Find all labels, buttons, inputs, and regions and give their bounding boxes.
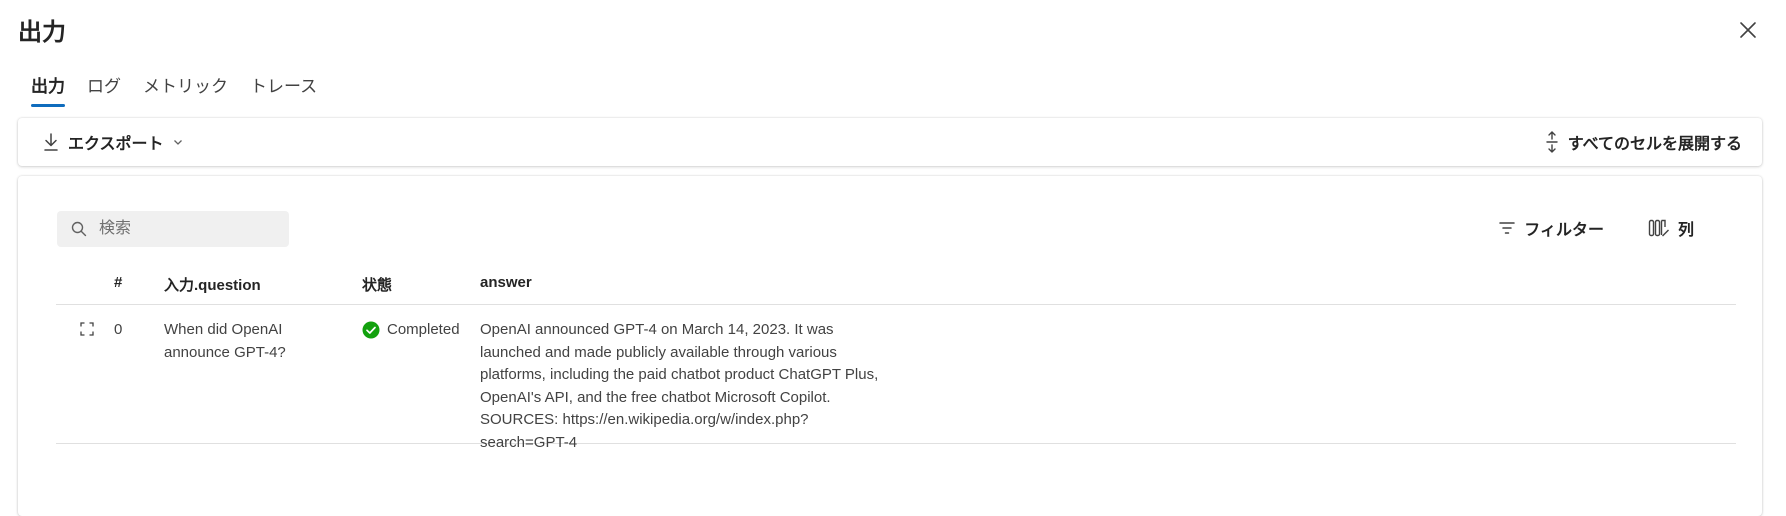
expand-all-label: すべてのセルを展開する [1567,136,1742,153]
columns-edit-icon [1648,219,1669,237]
filter-icon [1499,222,1516,234]
tab-bar: 出力 ログ メトリック トレース [20,68,328,107]
toolbar: エクスポート すべてのセルを展開する [18,118,1762,166]
search-icon [71,221,87,237]
search-box[interactable] [57,211,289,247]
columns-button[interactable]: 列 [1648,216,1694,240]
chevron-down-icon [173,140,182,145]
tab-output[interactable]: 出力 [20,68,76,107]
expand-row-button[interactable] [80,322,94,336]
export-button[interactable]: エクスポート [42,130,184,154]
column-header-question[interactable]: 入力.question [164,274,261,295]
columns-label: 列 [1677,222,1694,239]
expand-all-cells-button[interactable]: すべてのセルを展開する [1544,130,1742,154]
search-input[interactable] [97,219,281,239]
tab-metrics[interactable]: メトリック [132,68,239,107]
status-cell: Completed [362,319,460,342]
column-header-answer[interactable]: answer [480,274,532,291]
row-index: 0 [114,321,123,338]
results-table: # 入力.question 状態 answer 0 When did OpenA… [56,264,1736,451]
column-header-index[interactable]: # [114,274,122,291]
column-header-status[interactable]: 状態 [362,274,392,295]
table-header: # 入力.question 状態 answer [56,264,1736,305]
question-cell: When did OpenAI announce GPT-4? [164,321,286,361]
tab-traces[interactable]: トレース [239,68,328,107]
status-text: Completed [387,321,460,338]
download-icon [44,133,58,151]
close-button[interactable] [1734,16,1762,44]
answer-cell: OpenAI announced GPT-4 on March 14, 2023… [480,321,879,451]
page-title: 出力 [18,19,66,46]
check-circle-icon [362,321,380,339]
table-tools: フィルター 列 [1498,216,1694,240]
table-row[interactable]: 0 When did OpenAI announce GPT-4? Comple… [56,305,1736,451]
close-icon [1740,22,1756,38]
export-label: エクスポート [68,136,164,153]
tab-logs[interactable]: ログ [76,68,132,107]
expand-vertical-icon [1546,131,1558,153]
results-panel: フィルター 列 # 入力.question 状態 answer 0 [18,176,1762,516]
expand-icon [80,322,94,336]
filter-label: フィルター [1524,222,1604,239]
filter-button[interactable]: フィルター [1498,216,1604,240]
